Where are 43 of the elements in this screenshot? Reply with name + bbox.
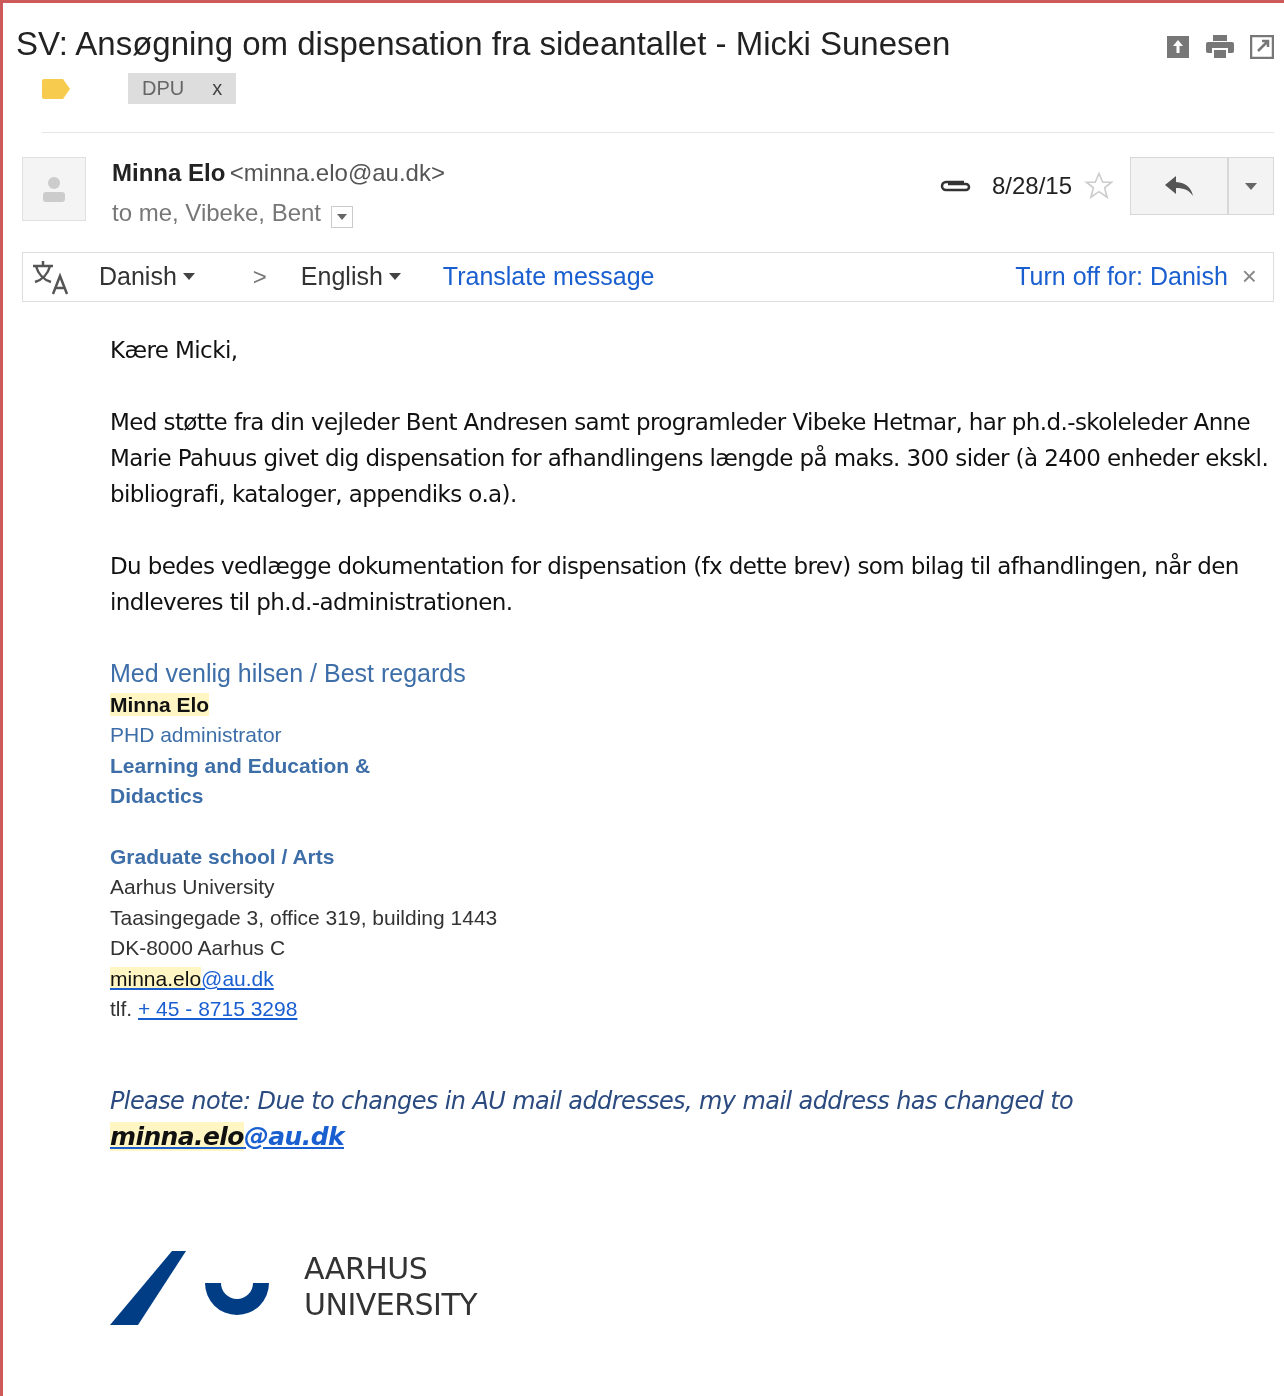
remove-label-button[interactable]: x xyxy=(212,77,223,100)
signature-phone: tlf. + 45 - 8715 3298 xyxy=(110,996,299,1023)
separator-arrow: > xyxy=(252,262,267,291)
source-language-dropdown[interactable]: Danish xyxy=(99,262,195,292)
signature-department: Didactics xyxy=(110,783,205,810)
signature-address: Taasingegade 3, office 319, building 1443 xyxy=(110,904,499,931)
message-paragraph: Med støtte fra din vejleder Bent Andresen samt programleder Vibeke Hetmar, har ph.d.-skoleleder Anne Marie Pahuus givet dig dispensation for afhandlingens længde på maks. 300 sider (à 2400 enheder ekskl. bibliografi, kataloger, appendiks o.a). xyxy=(110,407,1270,509)
message-paragraph: Du bedes vedlægge dokumentation for dispensation (fx dette brev) som bilag til afhandlingen, når den indleveres til ph.d.-administrationen. xyxy=(110,551,1240,617)
upload-icon[interactable] xyxy=(1166,35,1190,59)
signature-closing: Med venlig hilsen / Best regards xyxy=(110,657,467,689)
signature-address: Aarhus University xyxy=(110,874,276,901)
signature-title: PHD administrator xyxy=(110,722,283,749)
recipients: to me, Vibeke, Bent xyxy=(112,199,321,226)
sender-email: <minna.elo@au.dk> xyxy=(229,159,445,186)
translate-link[interactable]: Translate message xyxy=(442,262,655,292)
caret-icon xyxy=(388,273,401,281)
signature-school: Graduate school / Arts xyxy=(110,843,336,870)
signature-address: DK-8000 Aarhus C xyxy=(110,935,287,962)
caret-icon xyxy=(337,213,347,220)
sender-name: Minna Elo xyxy=(112,159,226,186)
label-text: DPU xyxy=(142,77,185,100)
logo-text: UNIVERSITY xyxy=(304,1286,478,1323)
email-date: 8/28/15 xyxy=(991,172,1072,200)
signature-department: Learning and Education & xyxy=(110,752,372,779)
logo-text: AARHUS xyxy=(304,1250,429,1287)
greeting: Kære Micki, xyxy=(110,335,239,365)
caret-icon xyxy=(182,273,195,281)
turn-off-link[interactable]: Turn off for: Danish xyxy=(1015,262,1228,292)
phone-link[interactable]: + 45 - 8715 3298 xyxy=(138,997,298,1021)
reply-icon xyxy=(1165,176,1193,196)
signature-name: Minna Elo xyxy=(110,691,211,718)
target-language-dropdown[interactable]: English xyxy=(300,262,401,292)
new-window-icon[interactable] xyxy=(1250,35,1274,59)
note-paragraph: Please note: Due to changes in AU mail addresses, my mail address has changed to minna.elo@au.dk xyxy=(110,1085,1075,1153)
details-dropdown[interactable] xyxy=(331,205,353,228)
caret-icon xyxy=(1245,182,1257,190)
close-button[interactable]: × xyxy=(1241,261,1257,293)
label-chip[interactable]: DPU x xyxy=(128,73,237,104)
print-icon[interactable] xyxy=(1206,35,1234,59)
email-subject: SV: Ansøgning om dispensation fra sideantallet - Micki Sunesen xyxy=(16,25,951,63)
reply-button[interactable] xyxy=(1130,157,1228,215)
star-icon[interactable] xyxy=(1084,171,1114,201)
person-icon xyxy=(41,175,67,203)
